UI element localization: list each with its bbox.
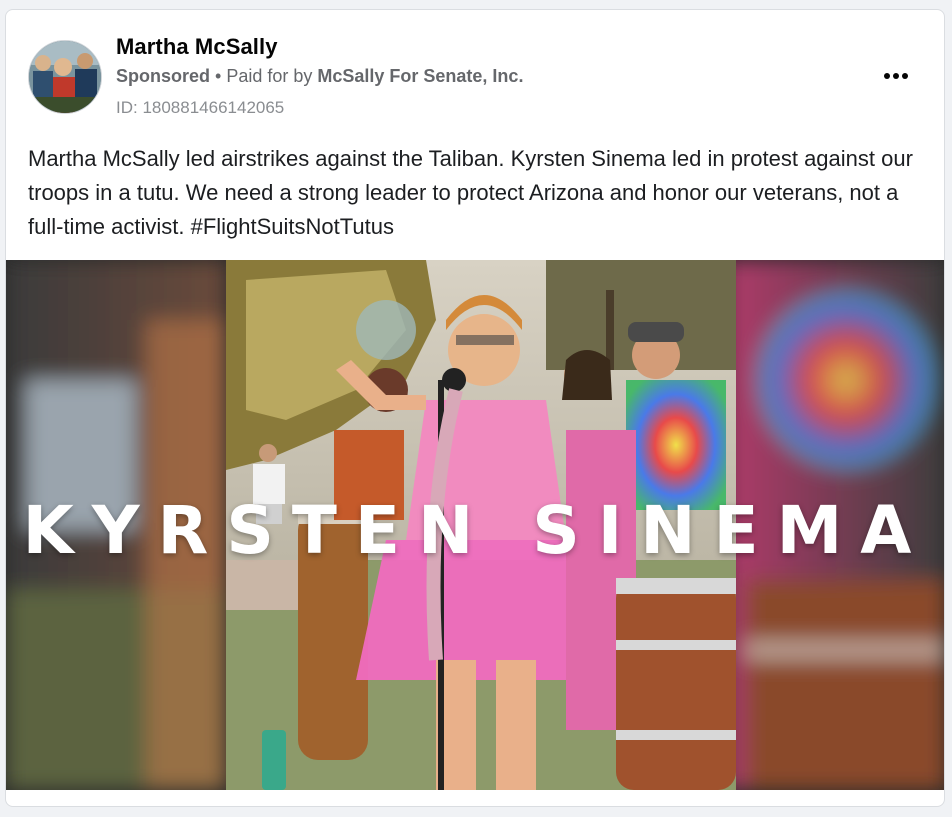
post-body-text: Martha McSally led airstrikes against th…	[28, 146, 913, 239]
post-header: Martha McSally Sponsored • Paid for by M…	[6, 10, 944, 130]
video-overlay-title: KYRSTEN SINEMA	[22, 492, 930, 569]
paid-for-separator: • Paid for by	[210, 66, 318, 86]
sponsored-line: Sponsored • Paid for by McSally For Sena…	[116, 66, 523, 87]
page-name[interactable]: Martha McSally	[116, 34, 278, 60]
avatar[interactable]	[28, 40, 102, 114]
avatar-image	[29, 41, 101, 113]
post-media[interactable]: KYRSTEN SINEMA	[6, 260, 944, 790]
ad-id: ID: 180881466142065	[116, 98, 285, 117]
ad-card: Martha McSally Sponsored • Paid for by M…	[5, 9, 945, 807]
sponsored-label[interactable]: Sponsored	[116, 66, 210, 86]
more-options-button[interactable]	[876, 62, 916, 90]
paid-for-by[interactable]: McSally For Senate, Inc.	[317, 66, 523, 86]
more-horizontal-icon	[884, 73, 908, 79]
